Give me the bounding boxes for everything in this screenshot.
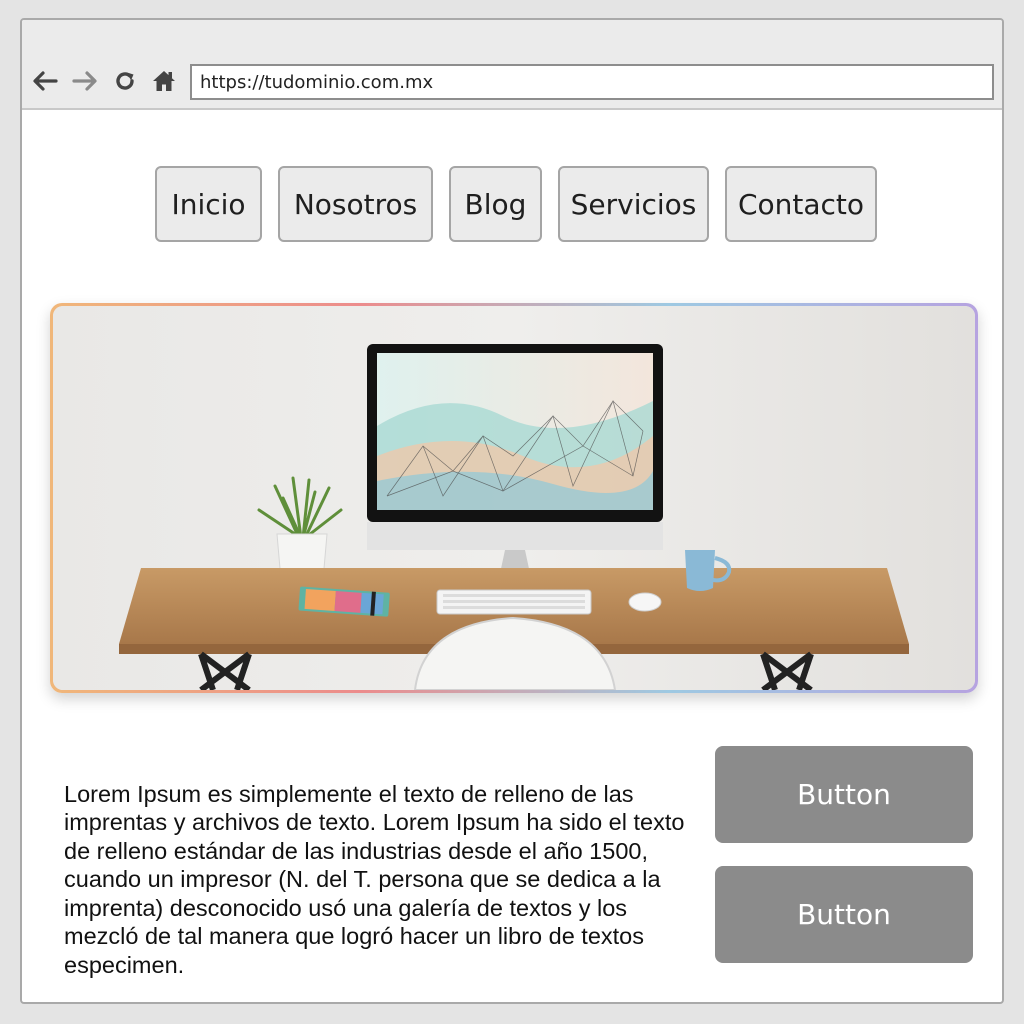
home-icon[interactable] bbox=[149, 66, 179, 96]
body-paragraph: Lorem Ipsum es simplemente el texto de r… bbox=[64, 780, 685, 978]
main-nav: Inicio Nosotros Blog Servicios Contacto bbox=[22, 166, 1002, 242]
desk-workspace-illustration bbox=[53, 306, 975, 690]
browser-toolbar: https://tudominio.com.mx bbox=[22, 20, 1002, 110]
nav-nosotros-button[interactable]: Nosotros bbox=[278, 166, 433, 242]
forward-arrow-icon[interactable] bbox=[70, 66, 100, 96]
reload-icon[interactable] bbox=[110, 66, 140, 96]
browser-window: https://tudominio.com.mx Inicio Nosotros… bbox=[20, 18, 1004, 1004]
primary-action-button[interactable]: Button bbox=[715, 746, 973, 843]
back-arrow-icon[interactable] bbox=[30, 66, 60, 96]
secondary-action-button[interactable]: Button bbox=[715, 866, 973, 963]
hero-image bbox=[53, 306, 975, 690]
url-text: https://tudominio.com.mx bbox=[200, 71, 434, 93]
nav-label: Blog bbox=[464, 187, 527, 221]
address-bar[interactable]: https://tudominio.com.mx bbox=[190, 64, 994, 100]
nav-blog-button[interactable]: Blog bbox=[449, 166, 542, 242]
nav-label: Servicios bbox=[570, 187, 697, 221]
nav-contacto-button[interactable]: Contacto bbox=[725, 166, 877, 242]
button-label: Button bbox=[797, 778, 891, 811]
button-label: Button bbox=[797, 898, 891, 931]
nav-inicio-button[interactable]: Inicio bbox=[155, 166, 262, 242]
hero-banner bbox=[50, 303, 978, 693]
nav-label: Nosotros bbox=[293, 187, 418, 221]
nav-servicios-button[interactable]: Servicios bbox=[558, 166, 709, 242]
nav-label: Contacto bbox=[737, 187, 865, 221]
nav-label: Inicio bbox=[171, 187, 246, 221]
